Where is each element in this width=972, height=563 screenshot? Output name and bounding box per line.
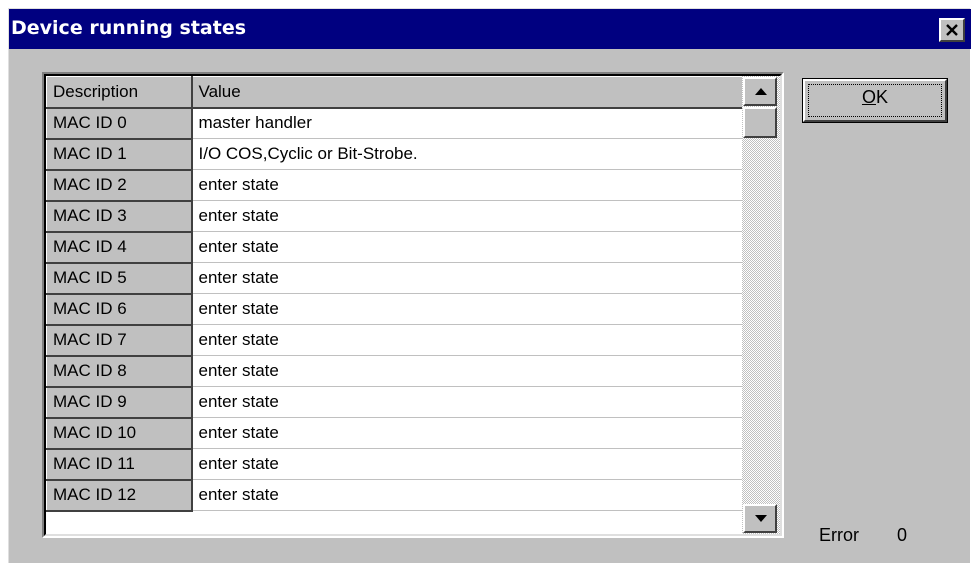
- row-description-cell[interactable]: MAC ID 7: [46, 324, 193, 357]
- grid-row[interactable]: MAC ID 4 enter state: [46, 231, 743, 264]
- row-description-cell[interactable]: MAC ID 12: [46, 479, 193, 512]
- error-count: 0: [897, 525, 908, 545]
- error-label: Error: [819, 525, 859, 545]
- grid-row[interactable]: MAC ID 10 enter state: [46, 417, 743, 450]
- grid-row[interactable]: MAC ID 0 master handler: [46, 107, 743, 140]
- row-description-cell[interactable]: MAC ID 2: [46, 169, 193, 202]
- column-header-description[interactable]: Description: [46, 76, 193, 109]
- title-bar[interactable]: Device running states: [9, 9, 971, 49]
- vertical-scrollbar[interactable]: [742, 76, 780, 534]
- ok-button-label: OK: [803, 87, 947, 108]
- row-value-cell[interactable]: enter state: [191, 355, 743, 387]
- states-grid: Description Value MAC ID 0 master handler…: [42, 72, 784, 538]
- row-value-cell[interactable]: enter state: [191, 386, 743, 418]
- row-value-cell[interactable]: enter state: [191, 448, 743, 480]
- grid-row[interactable]: MAC ID 11 enter state: [46, 448, 743, 481]
- scroll-thumb[interactable]: [743, 107, 777, 138]
- arrow-up-icon: [755, 88, 767, 95]
- row-description-cell[interactable]: MAC ID 1: [46, 138, 193, 171]
- row-description-cell[interactable]: MAC ID 9: [46, 386, 193, 419]
- row-description-cell[interactable]: MAC ID 5: [46, 262, 193, 295]
- row-description-cell[interactable]: MAC ID 6: [46, 293, 193, 326]
- grid-row[interactable]: MAC ID 9 enter state: [46, 386, 743, 419]
- grid-row[interactable]: MAC ID 8 enter state: [46, 355, 743, 388]
- row-value-cell[interactable]: master handler: [191, 107, 743, 139]
- window-title: Device running states: [11, 17, 247, 39]
- grid-row[interactable]: MAC ID 5 enter state: [46, 262, 743, 295]
- grid-row[interactable]: MAC ID 7 enter state: [46, 324, 743, 357]
- row-description-cell[interactable]: MAC ID 0: [46, 107, 193, 140]
- row-description-cell[interactable]: MAC ID 11: [46, 448, 193, 481]
- row-value-cell[interactable]: enter state: [191, 324, 743, 356]
- arrow-down-icon: [755, 515, 767, 522]
- close-button[interactable]: [939, 18, 965, 42]
- row-description-cell[interactable]: MAC ID 10: [46, 417, 193, 450]
- grid-row[interactable]: MAC ID 1 I/O COS,Cyclic or Bit-Strobe.: [46, 138, 743, 171]
- row-description-cell[interactable]: MAC ID 3: [46, 200, 193, 233]
- row-value-cell[interactable]: enter state: [191, 262, 743, 294]
- ok-button[interactable]: OK: [802, 78, 948, 123]
- ok-accelerator: O: [861, 87, 876, 107]
- row-description-cell[interactable]: MAC ID 4: [46, 231, 193, 264]
- grid-row[interactable]: MAC ID 12 enter state: [46, 479, 743, 512]
- grid-row[interactable]: MAC ID 3 enter state: [46, 200, 743, 233]
- row-value-cell[interactable]: enter state: [191, 200, 743, 232]
- ok-label-rest: K: [876, 87, 889, 107]
- grid-row[interactable]: MAC ID 2 enter state: [46, 169, 743, 202]
- row-value-cell[interactable]: I/O COS,Cyclic or Bit-Strobe.: [191, 138, 743, 170]
- row-value-cell[interactable]: enter state: [191, 293, 743, 325]
- dialog-window: Device running states Description Value …: [8, 8, 971, 563]
- row-value-cell[interactable]: enter state: [191, 417, 743, 449]
- row-value-cell[interactable]: enter state: [191, 479, 743, 511]
- column-header-value[interactable]: Value: [191, 76, 744, 109]
- grid-header-row: Description Value: [46, 76, 744, 109]
- row-value-cell[interactable]: enter state: [191, 169, 743, 201]
- row-description-cell[interactable]: MAC ID 8: [46, 355, 193, 388]
- scroll-up-button[interactable]: [743, 77, 777, 106]
- row-value-cell[interactable]: enter state: [191, 231, 743, 263]
- grid-row[interactable]: MAC ID 6 enter state: [46, 293, 743, 326]
- scroll-down-button[interactable]: [743, 504, 777, 533]
- close-icon: [946, 24, 958, 36]
